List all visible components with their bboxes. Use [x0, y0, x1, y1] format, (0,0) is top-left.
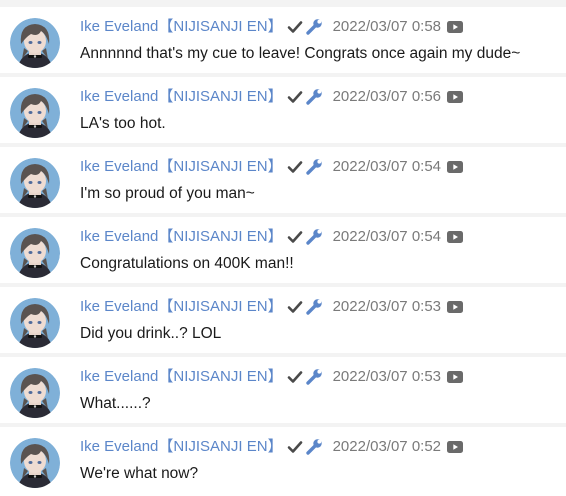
youtube-play-icon[interactable] — [447, 301, 464, 313]
chat-message: Ike Eveland【NIJISANJI EN】 2022/03/07 0:5… — [0, 147, 566, 213]
message-text: What......? — [80, 395, 151, 412]
author-name[interactable]: Ike Eveland【NIJISANJI EN】 — [80, 86, 283, 108]
wrench-icon — [305, 368, 323, 386]
message-text: I'm so proud of you man~ — [80, 185, 255, 202]
avatar[interactable] — [10, 228, 60, 278]
wrench-icon — [305, 438, 323, 456]
timestamp[interactable]: 2022/03/07 0:53 — [333, 296, 441, 318]
author-name[interactable]: Ike Eveland【NIJISANJI EN】 — [80, 436, 283, 458]
avatar-image — [10, 88, 60, 138]
wrench-icon — [305, 158, 323, 176]
avatar-image — [10, 298, 60, 348]
author-name[interactable]: Ike Eveland【NIJISANJI EN】 — [80, 226, 283, 248]
youtube-play-icon[interactable] — [447, 441, 464, 453]
avatar-image — [10, 368, 60, 418]
avatar[interactable] — [10, 298, 60, 348]
message-text: Congratulations on 400K man!! — [80, 255, 294, 272]
message-text: Annnnnd that's my cue to leave! Congrats… — [80, 45, 521, 62]
youtube-play-icon[interactable] — [447, 231, 464, 243]
check-icon — [287, 299, 303, 315]
chat-message: Ike Eveland【NIJISANJI EN】 2022/03/07 0:5… — [0, 357, 566, 423]
avatar[interactable] — [10, 368, 60, 418]
timestamp[interactable]: 2022/03/07 0:54 — [333, 226, 441, 248]
timestamp[interactable]: 2022/03/07 0:54 — [333, 156, 441, 178]
author-name[interactable]: Ike Eveland【NIJISANJI EN】 — [80, 156, 283, 178]
avatar-image — [10, 438, 60, 488]
avatar[interactable] — [10, 88, 60, 138]
timestamp[interactable]: 2022/03/07 0:53 — [333, 366, 441, 388]
youtube-play-icon[interactable] — [447, 21, 464, 33]
wrench-icon — [305, 298, 323, 316]
chat-message: Ike Eveland【NIJISANJI EN】 2022/03/07 0:5… — [0, 7, 566, 73]
author-name[interactable]: Ike Eveland【NIJISANJI EN】 — [80, 366, 283, 388]
timestamp[interactable]: 2022/03/07 0:58 — [333, 16, 441, 38]
check-icon — [287, 369, 303, 385]
check-icon — [287, 19, 303, 35]
timestamp[interactable]: 2022/03/07 0:52 — [333, 436, 441, 458]
author-name[interactable]: Ike Eveland【NIJISANJI EN】 — [80, 296, 283, 318]
avatar[interactable] — [10, 18, 60, 68]
check-icon — [287, 439, 303, 455]
avatar[interactable] — [10, 438, 60, 488]
check-icon — [287, 89, 303, 105]
author-name[interactable]: Ike Eveland【NIJISANJI EN】 — [80, 16, 283, 38]
youtube-play-icon[interactable] — [447, 91, 464, 103]
chat-message: Ike Eveland【NIJISANJI EN】 2022/03/07 0:5… — [0, 77, 566, 143]
wrench-icon — [305, 228, 323, 246]
avatar-image — [10, 228, 60, 278]
wrench-icon — [305, 88, 323, 106]
check-icon — [287, 159, 303, 175]
avatar-image — [10, 158, 60, 208]
chat-message: Ike Eveland【NIJISANJI EN】 2022/03/07 0:5… — [0, 427, 566, 496]
avatar-image — [10, 18, 60, 68]
youtube-play-icon[interactable] — [447, 371, 464, 383]
check-icon — [287, 229, 303, 245]
timestamp[interactable]: 2022/03/07 0:56 — [333, 86, 441, 108]
youtube-play-icon[interactable] — [447, 161, 464, 173]
chat-message-feed: Ike Eveland【NIJISANJI EN】 2022/03/07 0:5… — [0, 0, 566, 496]
wrench-icon — [305, 18, 323, 36]
avatar[interactable] — [10, 158, 60, 208]
chat-message: Ike Eveland【NIJISANJI EN】 2022/03/07 0:5… — [0, 287, 566, 353]
message-text: LA's too hot. — [80, 115, 166, 132]
message-text: We're what now? — [80, 465, 199, 482]
chat-message: Ike Eveland【NIJISANJI EN】 2022/03/07 0:5… — [0, 217, 566, 283]
message-text: Did you drink..? LOL — [80, 325, 222, 342]
